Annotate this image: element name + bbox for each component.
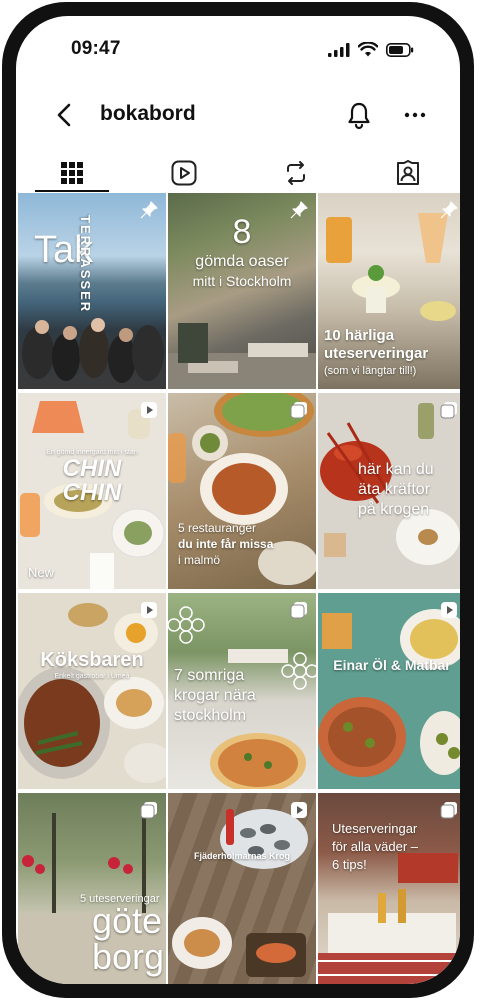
more-options-icon[interactable] bbox=[400, 100, 430, 130]
post-6-line1: här kan du bbox=[358, 461, 434, 478]
post-8-line3: stockholm bbox=[174, 707, 247, 724]
post-12-line2: för alla väder – bbox=[332, 839, 418, 854]
post-5-line2: du inte får missa bbox=[178, 537, 274, 551]
battery-icon bbox=[386, 42, 414, 57]
post-tile-9[interactable]: Einar Öl & Matbar bbox=[318, 593, 460, 789]
post-tile-12[interactable]: Uteserveringar för alla väder – 6 tips! bbox=[318, 793, 460, 984]
reel-icon bbox=[291, 802, 307, 818]
post-10-word2: borg bbox=[92, 936, 165, 977]
post-2-line2: gömda oaser bbox=[195, 253, 289, 270]
post-1-subline: TERRASSER bbox=[78, 215, 93, 314]
phone-frame: 09:47 bokabord Tak TERRASSER 8 gömda oas… bbox=[2, 2, 474, 998]
post-tile-6[interactable]: här kan du äta kräftor på krogen bbox=[318, 393, 460, 589]
post-4-new-label: New bbox=[28, 565, 55, 580]
pinned-icon bbox=[290, 201, 308, 219]
tab-reels[interactable] bbox=[147, 152, 221, 194]
reel-icon bbox=[141, 602, 157, 618]
post-7-title: Köksbaren bbox=[40, 649, 144, 671]
repost-icon bbox=[287, 161, 305, 185]
grid-icon bbox=[61, 162, 83, 184]
tab-grid[interactable] bbox=[35, 152, 109, 194]
post-2-line3: mitt i Stockholm bbox=[192, 273, 292, 289]
post-tile-8[interactable]: 7 somriga krogar nära stockholm bbox=[168, 593, 316, 789]
back-arrow-icon[interactable] bbox=[50, 100, 80, 130]
status-time: 09:47 bbox=[71, 38, 121, 59]
post-tile-11[interactable]: Fjäderholmarnas Krog bbox=[168, 793, 316, 984]
post-12-line1: Uteserveringar bbox=[332, 821, 418, 836]
post-12-line3: 6 tips! bbox=[332, 857, 367, 872]
wifi-icon bbox=[358, 42, 378, 57]
post-4-title2: CHIN bbox=[62, 479, 122, 506]
tab-tagged[interactable] bbox=[371, 152, 445, 194]
post-tile-1[interactable]: Tak TERRASSER bbox=[18, 193, 166, 389]
post-tile-7[interactable]: Köksbaren Enkelt gastrobar i Umeå bbox=[18, 593, 166, 789]
post-tile-5[interactable]: 5 restauranger du inte får missa i malmö bbox=[168, 393, 316, 589]
cellular-signal-icon bbox=[328, 42, 350, 57]
reel-icon bbox=[141, 402, 157, 418]
post-8-line2: krogar nära bbox=[174, 687, 256, 704]
post-tile-10[interactable]: 5 uteserveringar göte borg bbox=[18, 793, 166, 984]
post-tile-2[interactable]: 8 gömda oaser mitt i Stockholm bbox=[168, 193, 316, 389]
post-5-line1: 5 restauranger bbox=[178, 521, 257, 535]
post-6-line3: på krogen bbox=[358, 501, 430, 518]
reel-icon bbox=[441, 602, 457, 618]
post-3-line2: uteserveringar bbox=[324, 345, 429, 362]
profile-username: bokabord bbox=[100, 102, 196, 125]
carousel-icon bbox=[290, 602, 307, 619]
profile-header: bokabord bbox=[16, 94, 460, 138]
post-6-line2: äta kräftor bbox=[358, 481, 431, 498]
post-4-title1: CHIN bbox=[62, 455, 122, 482]
pinned-icon bbox=[440, 201, 458, 219]
posts-grid: Tak TERRASSER 8 gömda oaser mitt i Stock… bbox=[18, 193, 460, 984]
post-10-word1: göte bbox=[92, 900, 163, 941]
reels-play-icon bbox=[171, 160, 197, 186]
post-11-title: Fjäderholmarnas Krog bbox=[193, 851, 291, 861]
notification-bell-icon[interactable] bbox=[344, 100, 374, 130]
status-bar: 09:47 bbox=[16, 16, 460, 76]
screen: 09:47 bokabord Tak TERRASSER 8 gömda oas… bbox=[16, 16, 460, 984]
post-8-line1: 7 somriga bbox=[174, 667, 245, 684]
tagged-person-icon bbox=[397, 160, 419, 185]
carousel-icon bbox=[140, 802, 157, 819]
carousel-icon bbox=[440, 802, 457, 819]
status-icons bbox=[328, 42, 414, 57]
carousel-icon bbox=[440, 402, 457, 419]
tab-reposts[interactable] bbox=[259, 152, 333, 194]
pinned-icon bbox=[140, 201, 158, 219]
active-tab-indicator bbox=[35, 190, 109, 192]
carousel-icon bbox=[290, 402, 307, 419]
post-3-line3: (som vi längtar till!) bbox=[324, 365, 417, 377]
profile-tabs bbox=[16, 152, 460, 194]
post-tile-3[interactable]: 10 härliga uteserveringar (som vi längta… bbox=[318, 193, 460, 389]
post-3-line1: 10 härliga bbox=[324, 327, 395, 344]
post-7-subtitle: Enkelt gastrobar i Umeå bbox=[54, 673, 130, 680]
post-tile-4[interactable]: En gömd innergård mitt i stan CHIN CHIN … bbox=[18, 393, 166, 589]
post-5-line3: i malmö bbox=[178, 553, 221, 567]
post-9-title: Einar Öl & Matbar bbox=[333, 657, 451, 673]
